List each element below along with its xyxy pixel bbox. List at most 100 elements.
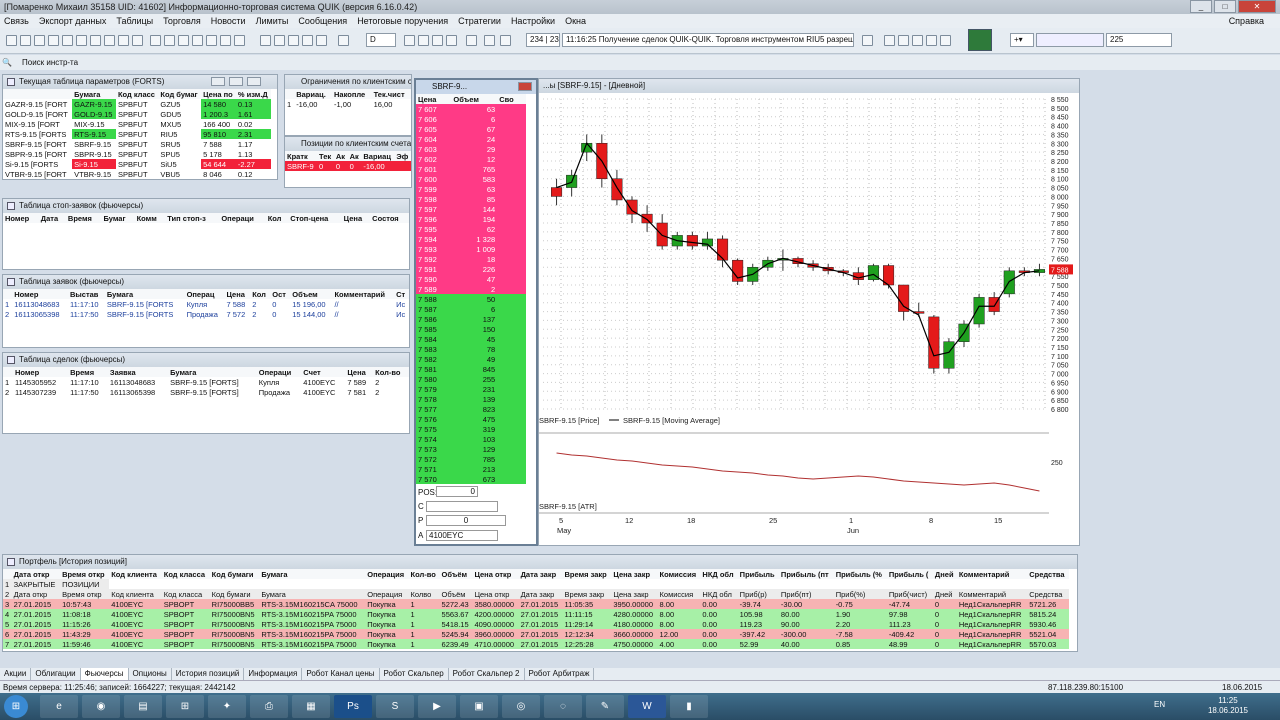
table-row[interactable]: SBPR-9.15 [FORT SBPR-9.15 SPBFUT SPU5 5 178 1… — [3, 149, 271, 159]
toolbar-icon[interactable] — [206, 35, 217, 46]
toolbar-icon[interactable] — [90, 35, 101, 46]
column-header[interactable]: Цена — [345, 367, 374, 377]
column-header[interactable]: Заявка — [107, 367, 169, 377]
column-header[interactable]: Код класс — [115, 89, 159, 99]
tab[interactable]: Робот Скальпер — [380, 668, 449, 680]
column-header[interactable]: Цена — [341, 213, 371, 223]
column-header[interactable]: Вариац. — [294, 89, 333, 99]
bid-row[interactable]: 7 587 6 — [416, 304, 526, 314]
column-header[interactable]: Сво — [497, 94, 526, 104]
chrome-icon[interactable]: ◉ — [82, 695, 120, 718]
menu-item[interactable]: Нетоговые поручения — [357, 16, 448, 26]
column-header[interactable]: Время — [68, 367, 108, 377]
clock[interactable]: 11:25 18.06.2015 — [1208, 696, 1248, 716]
skype-icon[interactable]: S — [376, 695, 414, 718]
toolbar-icon[interactable] — [274, 35, 285, 46]
menu-item[interactable]: Сообщения — [298, 16, 347, 26]
column-header[interactable]: Кратк — [285, 151, 318, 161]
app2-icon[interactable]: ▦ — [292, 695, 330, 718]
toolbar-icon[interactable] — [912, 35, 923, 46]
bid-row[interactable]: 7 570 673 — [416, 474, 526, 484]
ask-row[interactable]: 7 596 194 — [416, 214, 526, 224]
column-header[interactable]: Цена откр — [472, 569, 519, 579]
column-header[interactable]: Цена по — [201, 89, 236, 99]
editor-icon[interactable]: ✎ — [586, 695, 624, 718]
close-button[interactable]: ✕ — [1238, 0, 1276, 13]
column-header[interactable]: Объем — [451, 94, 498, 104]
printer-icon[interactable]: ⎙ — [250, 695, 288, 718]
column-header[interactable]: Прибыль ( — [886, 569, 933, 579]
toolbar-icon[interactable] — [418, 35, 429, 46]
minimize-button[interactable]: _ — [1190, 0, 1212, 13]
ask-row[interactable]: 7 601 765 — [416, 164, 526, 174]
toolbar-icon[interactable] — [466, 35, 477, 46]
toolbar-icon[interactable] — [118, 35, 129, 46]
c-field[interactable] — [426, 501, 498, 512]
quik-icon[interactable]: ▮ — [670, 695, 708, 718]
interval-select[interactable]: D — [366, 33, 396, 47]
menu-item[interactable]: Стратегии — [458, 16, 501, 26]
table-row[interactable]: 2 16113065398 11:17:50 SBRF-9.15 [FORTS Прод… — [3, 309, 409, 319]
bid-row[interactable]: 7 571 213 — [416, 464, 526, 474]
column-header[interactable]: % изм.Д — [235, 89, 271, 99]
column-header[interactable]: Объем — [290, 289, 333, 299]
toolbar-icon[interactable] — [62, 35, 73, 46]
ask-row[interactable]: 7 600 583 — [416, 174, 526, 184]
column-header[interactable]: Номер — [12, 289, 68, 299]
column-header[interactable]: Кол-во — [373, 367, 409, 377]
ask-row[interactable]: 7 589 2 — [416, 284, 526, 294]
column-header[interactable]: Комиссия — [657, 569, 701, 579]
column-header[interactable]: Кол — [265, 213, 289, 223]
column-header[interactable]: Дата — [38, 213, 66, 223]
column-header[interactable]: Прибыль (пт — [778, 569, 834, 579]
message-ticker[interactable]: 11:16:25 Получение сделок QUIK-QUIK. Тор… — [562, 33, 854, 47]
tab[interactable]: Робот Канал цены — [302, 668, 380, 680]
table-row[interactable]: 7 27.01.2015 11:59:46 4100EYC SPBOPT RI75000B… — [3, 639, 1069, 649]
column-header[interactable]: Состоя — [370, 213, 409, 223]
toolbar-icon[interactable] — [76, 35, 87, 46]
column-header[interactable]: Операция — [365, 569, 409, 579]
tab[interactable]: Фьючерсы — [80, 668, 129, 680]
ask-row[interactable]: 7 592 18 — [416, 254, 526, 264]
ask-row[interactable]: 7 607 63 — [416, 104, 526, 114]
lang-indicator[interactable]: EN — [1154, 700, 1165, 709]
toolbar-icon[interactable] — [432, 35, 443, 46]
bid-row[interactable]: 7 581 845 — [416, 364, 526, 374]
column-header[interactable]: Кол-во — [408, 569, 440, 579]
bid-row[interactable]: 7 573 129 — [416, 444, 526, 454]
zoom-value[interactable]: 225 — [1106, 33, 1172, 47]
column-header[interactable]: Тип стоп-з — [165, 213, 220, 223]
ask-row[interactable]: 7 602 12 — [416, 154, 526, 164]
toolbar-icon[interactable] — [34, 35, 45, 46]
menu-item[interactable]: Экспорт данных — [39, 16, 106, 26]
toolbar-icon[interactable] — [884, 35, 895, 46]
menu-item[interactable]: Таблицы — [116, 16, 153, 26]
column-header[interactable]: Накопле — [332, 89, 372, 99]
column-header[interactable]: Бумага — [168, 367, 257, 377]
bid-row[interactable]: 7 588 50 — [416, 294, 526, 304]
table-row[interactable]: RTS-9.15 [FORTS RTS-9.15 SPBFUT RIU5 95 810 2… — [3, 129, 271, 139]
toolbar-icon[interactable] — [338, 35, 349, 46]
toolbar-icon[interactable] — [898, 35, 909, 46]
column-header[interactable]: Средства — [1027, 569, 1069, 579]
column-header[interactable]: Вариац — [361, 151, 395, 161]
photoshop-icon[interactable]: Ps — [334, 695, 372, 718]
toolbar-icon[interactable] — [288, 35, 299, 46]
tab[interactable]: Акции — [0, 668, 32, 680]
toolbar-icon[interactable] — [20, 35, 31, 46]
toolbar-icon[interactable] — [404, 35, 415, 46]
column-header[interactable]: Комментарий — [332, 289, 395, 299]
column-header[interactable]: Объём — [439, 569, 473, 579]
table-row[interactable]: MIX-9.15 [FORT MIX-9.15 SPBFUT MXU5 166 400 0… — [3, 119, 271, 129]
tab[interactable]: Информация — [244, 668, 303, 680]
account-select[interactable]: 4100EYC — [426, 530, 498, 541]
tab[interactable]: История позиций — [172, 668, 245, 680]
toolbar-icon[interactable] — [316, 35, 327, 46]
column-header[interactable]: Бумага — [72, 89, 116, 99]
record-icon[interactable]: ◎ — [502, 695, 540, 718]
app-icon[interactable]: ✦ — [208, 695, 246, 718]
column-header[interactable]: Кол — [250, 289, 271, 299]
column-header[interactable]: Код бумаги — [209, 569, 260, 579]
ask-row[interactable]: 7 595 62 — [416, 224, 526, 234]
column-header[interactable]: Код клиента — [109, 569, 162, 579]
